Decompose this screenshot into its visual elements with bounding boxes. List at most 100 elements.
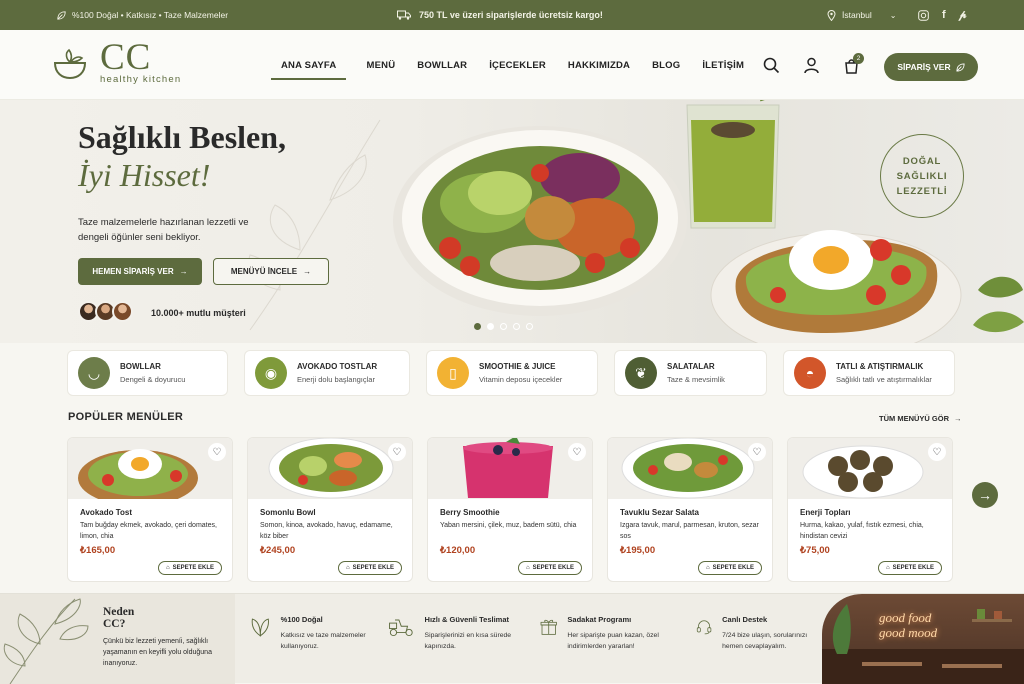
slider-dot-5[interactable] (526, 323, 533, 330)
badge-line-3: LEZZETLİ (896, 185, 948, 197)
topbar-features: %100 Doğal • Katkısız • Taze Malzemeler (56, 10, 228, 21)
location-selector[interactable]: İstanbul ⌄ (827, 9, 897, 21)
gift-icon (540, 619, 557, 635)
nav-home[interactable]: ANA SAYFA (270, 60, 347, 80)
pinterest-icon[interactable]: 𝓅 (959, 9, 967, 22)
leaf-icon (956, 62, 965, 72)
heart-icon[interactable]: ♡ (208, 443, 226, 461)
feature-title: %100 Doğal (280, 615, 323, 624)
product-list: ♡ Avokado Tost Tam buğday ekmek, avokado… (67, 437, 953, 582)
product-card[interactable]: ♡ Enerji Topları Hurma, kakao, yulaf, fı… (787, 437, 953, 582)
feature-loyalty: Sadakat Programı Her siparişte puan kazan… (540, 614, 675, 652)
product-description: Somon, kinoa, avokado, havuç, edamame, k… (260, 522, 393, 540)
search-icon[interactable] (763, 57, 780, 74)
nav-menu[interactable]: MENÜ (366, 60, 395, 71)
chevron-down-icon: ⌄ (889, 10, 897, 20)
logo-text: CC (100, 37, 152, 78)
add-to-cart-button[interactable]: ⌂ SEPETE EKLE (338, 561, 402, 575)
user-icon[interactable] (803, 57, 820, 74)
logo[interactable]: CC healthy kitchen (52, 37, 182, 85)
product-name: Avokado Tost (80, 508, 133, 517)
avocado-icon: ◉ (255, 357, 287, 389)
feature-description: Katkısız ve taze malzemeler kullanıyoruz… (280, 632, 366, 650)
order-button[interactable]: SİPARİŞ VER (884, 53, 978, 81)
nav-blog[interactable]: BLOG (652, 60, 680, 71)
main-nav: ANA SAYFA MENÜ BOWLLAR İÇECEKLER HAKKIMI… (270, 30, 766, 100)
cart-icon: ⌂ (346, 565, 350, 571)
slider-dot-4[interactable] (513, 323, 520, 330)
instagram-icon[interactable] (918, 9, 929, 21)
category-title: AVOKADO TOSTLAR (297, 362, 378, 371)
arrow-right-icon: → (954, 414, 962, 423)
headset-icon (696, 620, 712, 635)
product-description: Hurma, kakao, yulaf, fıstık ezmesi, chia… (800, 522, 924, 540)
arrow-right-icon: → (978, 487, 992, 503)
cart-icon: ⌂ (526, 565, 530, 571)
why-us-title-line-2: CC? (103, 618, 126, 630)
add-to-cart-button[interactable]: ⌂ SEPETE EKLE (518, 561, 582, 575)
product-name: Somonlu Bowl (260, 508, 316, 517)
heart-icon[interactable]: ♡ (388, 443, 406, 461)
category-smoothie[interactable]: ▯ SMOOTHIE & JUICE Vitamin deposu içecekl… (426, 350, 598, 396)
heart-icon[interactable]: ♡ (928, 443, 946, 461)
view-menu-label: MENÜYÜ İNCELE (230, 267, 298, 276)
salad-bowl-image (393, 126, 687, 316)
add-to-cart-button[interactable]: ⌂ SEPETE EKLE (158, 561, 222, 575)
logo-tagline: healthy kitchen (100, 74, 182, 85)
facebook-icon[interactable]: f (942, 9, 946, 21)
decorative-plant (973, 276, 1024, 333)
heart-icon[interactable]: ♡ (568, 443, 586, 461)
why-us-title: Neden CC? (103, 606, 134, 630)
product-card[interactable]: ♡ Tavuklu Sezar Salata Izgara tavuk, mar… (607, 437, 773, 582)
product-description: Yaban mersini, çilek, muz, badem sütü, c… (440, 522, 577, 529)
view-menu-button[interactable]: MENÜYÜ İNCELE → (213, 258, 329, 285)
bowl-logo-icon (53, 48, 87, 79)
nav-drinks[interactable]: İÇECEKLER (489, 60, 546, 71)
feature-support: Canlı Destek 7/24 bize ulaşın, sorularını… (696, 614, 816, 652)
nav-contact[interactable]: İLETİŞİM (702, 60, 744, 71)
carousel-next-button[interactable]: → (972, 482, 998, 508)
product-price: ₺75,00 (800, 545, 830, 556)
category-subtitle: Vitamin deposu içecekler (479, 375, 563, 384)
category-avocado-toast[interactable]: ◉ AVOKADO TOSTLAR Enerji dolu başlangıçla… (244, 350, 410, 396)
neon-line-2: good mood (879, 625, 938, 640)
view-all-menu-link[interactable]: TÜM MENÜYÜ GÖR → (879, 414, 962, 423)
category-bowls[interactable]: ◡ BOWLLAR Dengeli & doyurucu (67, 350, 228, 396)
category-subtitle: Taze & mevsimlik (667, 375, 725, 384)
category-salads[interactable]: ❦ SALATALAR Taze & mevsimlik (614, 350, 767, 396)
product-card[interactable]: ♡ Avokado Tost Tam buğday ekmek, avokado… (67, 437, 233, 582)
customer-count: 10.000+ mutlu müşteri (151, 308, 246, 318)
category-desserts[interactable]: ◓ TATLI & ATIŞTIRMALIK Sağlıklı tatlı ve … (783, 350, 955, 396)
product-price: ₺165,00 (80, 545, 116, 556)
product-image: ♡ (608, 438, 772, 499)
arrow-right-icon: → (179, 267, 188, 276)
slider-dots (474, 323, 533, 330)
order-now-label: HEMEN SİPARİŞ VER (92, 267, 174, 276)
add-to-cart-button[interactable]: ⌂ SEPETE EKLE (878, 561, 942, 575)
order-now-button[interactable]: HEMEN SİPARİŞ VER → (78, 258, 202, 285)
shipping-text: 750 TL ve üzeri siparişlerde ücretsiz ka… (419, 10, 603, 20)
avocado-toast-image (710, 230, 962, 343)
why-us-section: Neden CC? Çünkü biz lezzeti yemeníi, sağl… (0, 593, 1024, 684)
add-to-cart-button[interactable]: ⌂ SEPETE EKLE (698, 561, 762, 575)
heart-icon[interactable]: ♡ (748, 443, 766, 461)
top-bar: %100 Doğal • Katkısız • Taze Malzemeler … (0, 0, 1024, 30)
slider-dot-3[interactable] (500, 323, 507, 330)
cart-icon: ⌂ (166, 565, 170, 571)
hero-description: Taze malzemelerle hazırlanan lezzetli ve… (78, 217, 249, 243)
product-image: ♡ (788, 438, 952, 499)
category-subtitle: Enerji dolu başlangıçlar (297, 375, 375, 384)
leaf-icon (57, 10, 66, 20)
category-title: TATLI & ATIŞTIRMALIK (836, 362, 924, 371)
slider-dot-2[interactable] (487, 323, 494, 330)
nav-about[interactable]: HAKKIMIZDA (568, 60, 630, 71)
nav-bowls[interactable]: BOWLLAR (417, 60, 467, 71)
slider-dot-1[interactable] (474, 323, 481, 330)
product-card[interactable]: ♡ Berry Smoothie Yaban mersini, çilek, m… (427, 437, 593, 582)
product-price: ₺120,00 (440, 545, 476, 556)
feature-title: Hızlı & Güvenli Teslimat (424, 615, 509, 624)
product-card[interactable]: ♡ Somonlu Bowl Somon, kinoa, avokado, ha… (247, 437, 413, 582)
cart-count-badge: 2 (853, 53, 864, 64)
why-us-title-line-1: Neden (103, 606, 135, 618)
feature-description: 7/24 bize ulaşın, sorularınızı hemen cev… (722, 632, 808, 650)
